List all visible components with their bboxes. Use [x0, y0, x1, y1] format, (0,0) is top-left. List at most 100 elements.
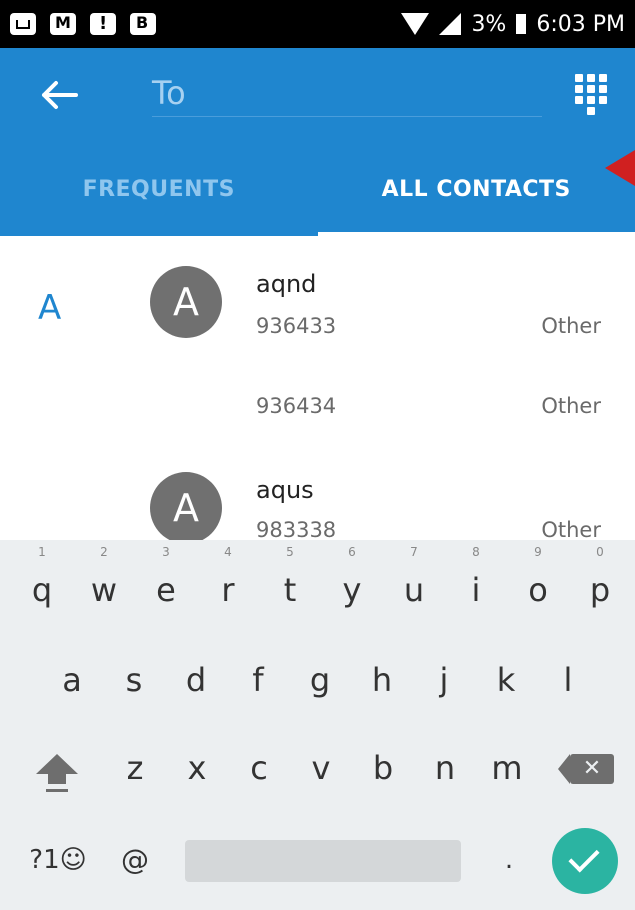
signal-icon — [439, 13, 462, 35]
key-t[interactable]: 5t — [270, 545, 310, 620]
key-q[interactable]: 1q — [22, 545, 62, 620]
at-key[interactable]: @ — [110, 830, 160, 890]
key-u[interactable]: 7u — [394, 545, 434, 620]
app-bar: To FREQUENTS ALL CONTACTS — [0, 48, 635, 236]
avatar: A — [150, 472, 222, 540]
key-g[interactable]: g — [300, 650, 340, 710]
key-l[interactable]: l — [548, 650, 588, 710]
key-label: j — [439, 661, 449, 699]
contact-number[interactable]: 936434 — [256, 394, 336, 418]
keyboard-row-3: ✕ z x c v b nm — [0, 738, 635, 808]
key-label: x — [187, 749, 207, 787]
key-label: q — [31, 571, 53, 609]
key-hint: 2 — [100, 545, 108, 559]
key-hint: 7 — [410, 545, 418, 559]
key-hint: 4 — [224, 545, 232, 559]
key-hint: 5 — [286, 545, 294, 559]
contact-name: aqnd — [256, 270, 317, 298]
period-key[interactable]: . — [494, 830, 524, 890]
key-label: m — [491, 749, 523, 787]
key-y[interactable]: 6y — [332, 545, 372, 620]
key-label: l — [563, 661, 573, 699]
key-hint: 8 — [472, 545, 480, 559]
battery-percent: 3% — [471, 11, 507, 37]
key-s[interactable]: s — [114, 650, 154, 710]
key-p[interactable]: 0p — [580, 545, 620, 620]
key-label: g — [309, 661, 331, 699]
symbols-key[interactable]: ?1☺ — [18, 830, 98, 890]
backspace-icon[interactable]: ✕ — [558, 754, 614, 784]
key-i[interactable]: 8i — [456, 545, 496, 620]
tab-frequents[interactable]: FREQUENTS — [0, 148, 318, 236]
key-o[interactable]: 9o — [518, 545, 558, 620]
key-hint: 3 — [162, 545, 170, 559]
keyboard-row-2: asdfghjkl — [0, 650, 635, 720]
key-label: i — [471, 571, 481, 609]
clock: 6:03 PM — [536, 11, 625, 37]
key-c[interactable]: c — [239, 738, 279, 798]
key-z[interactable]: z — [115, 738, 155, 798]
section-letter: A — [38, 288, 62, 328]
key-hint: 1 — [38, 545, 46, 559]
key-label: b — [372, 749, 394, 787]
contact-number[interactable]: 983338 — [256, 518, 336, 540]
wifi-icon — [401, 13, 430, 35]
tab-bar: FREQUENTS ALL CONTACTS — [0, 148, 635, 236]
key-label: r — [221, 571, 235, 609]
key-r[interactable]: 4r — [208, 545, 248, 620]
key-label: v — [311, 749, 331, 787]
key-x[interactable]: x — [177, 738, 217, 798]
contact-number[interactable]: 936433 — [256, 314, 336, 338]
space-bar[interactable] — [185, 840, 461, 882]
dialpad-icon[interactable] — [575, 74, 607, 115]
contact-number-type: Other — [541, 394, 601, 418]
red-pointer-marker — [605, 150, 635, 186]
key-j[interactable]: j — [424, 650, 464, 710]
key-v[interactable]: v — [301, 738, 341, 798]
keyboard-row-1: 1q2w3e4r5t6y7u8i9o0p — [0, 545, 635, 630]
status-bar: 3% 6:03 PM — [0, 0, 635, 48]
key-n[interactable]: n — [425, 738, 465, 798]
b-icon — [130, 13, 156, 35]
key-label: u — [403, 571, 425, 609]
key-label: k — [496, 661, 516, 699]
key-h[interactable]: h — [362, 650, 402, 710]
to-input[interactable]: To — [152, 70, 542, 117]
gmail-icon — [50, 13, 76, 35]
key-label: f — [252, 661, 264, 699]
key-label: d — [185, 661, 207, 699]
key-m[interactable]: m — [487, 738, 527, 798]
key-label: w — [90, 571, 118, 609]
contact-name: aqus — [256, 476, 314, 504]
photo-icon — [10, 13, 36, 35]
key-label: n — [434, 749, 456, 787]
key-label: o — [528, 571, 548, 609]
avatar: A — [150, 266, 222, 338]
key-label: c — [250, 749, 268, 787]
alert-icon — [90, 13, 116, 35]
key-label: t — [283, 571, 297, 609]
key-d[interactable]: d — [176, 650, 216, 710]
key-a[interactable]: a — [52, 650, 92, 710]
contact-number-type: Other — [541, 314, 601, 338]
key-hint: 6 — [348, 545, 356, 559]
key-label: y — [342, 571, 362, 609]
key-hint: 0 — [596, 545, 604, 559]
key-label: h — [371, 661, 393, 699]
done-check-button[interactable] — [552, 828, 618, 894]
key-w[interactable]: 2w — [84, 545, 124, 620]
key-k[interactable]: k — [486, 650, 526, 710]
tab-all-contacts[interactable]: ALL CONTACTS — [317, 148, 635, 236]
key-label: s — [125, 661, 143, 699]
contact-list[interactable]: A A aqnd 936433 Other 936434 Other A aqu… — [0, 236, 635, 540]
back-arrow-icon[interactable] — [40, 78, 80, 112]
key-f[interactable]: f — [238, 650, 278, 710]
key-b[interactable]: b — [363, 738, 403, 798]
key-label: z — [126, 749, 144, 787]
key-label: a — [62, 661, 82, 699]
key-label: p — [589, 571, 611, 609]
contact-number-type: Other — [541, 518, 601, 540]
key-e[interactable]: 3e — [146, 545, 186, 620]
battery-icon — [516, 14, 527, 34]
shift-icon[interactable] — [34, 752, 80, 798]
